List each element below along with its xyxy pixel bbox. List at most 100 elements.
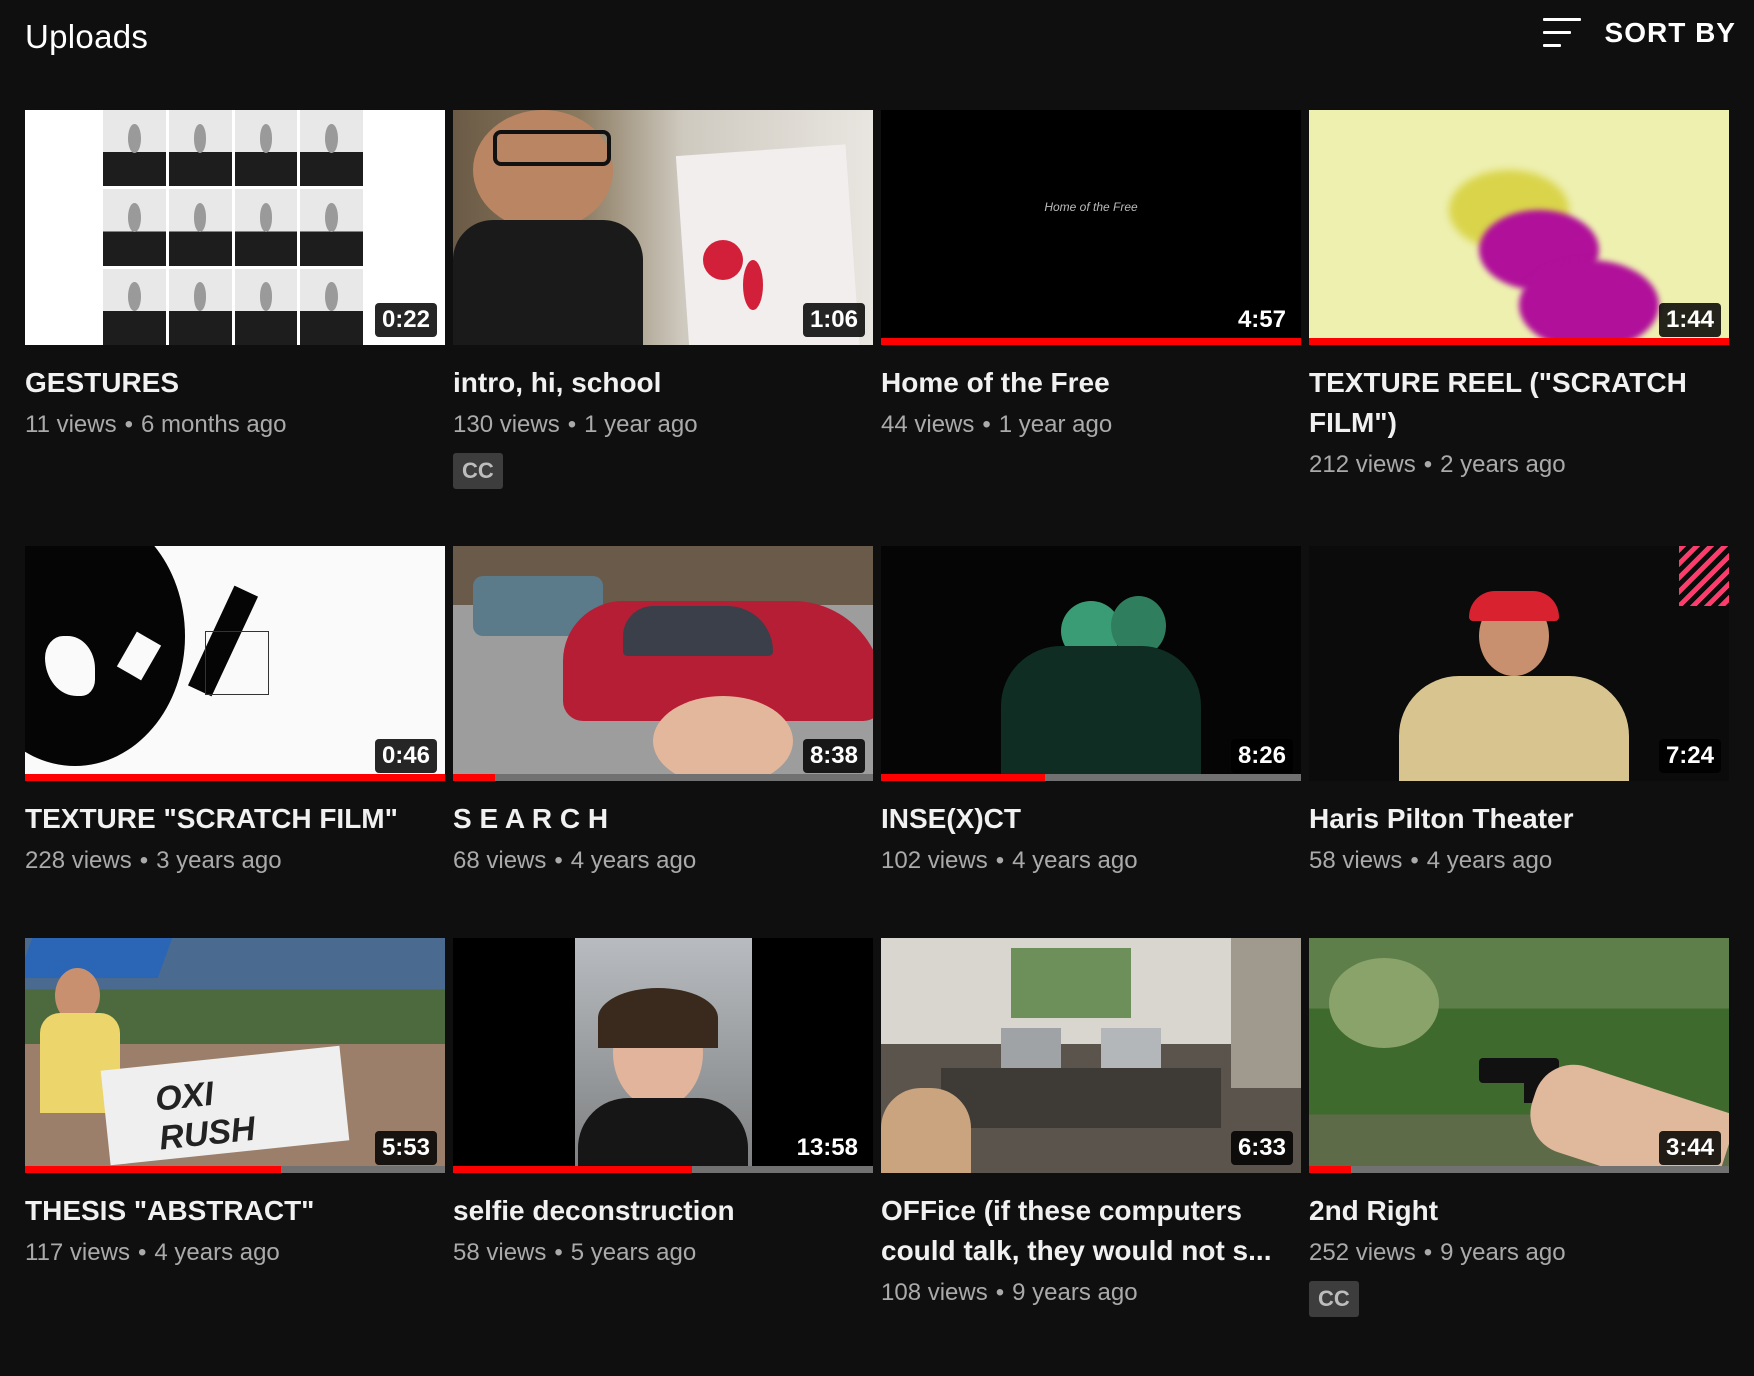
meta-separator: • xyxy=(1410,847,1419,874)
duration-badge: 8:38 xyxy=(802,739,865,773)
video-card[interactable]: OXI RUSH 5:53 THESIS "ABSTRACT" 117 view… xyxy=(25,938,445,1267)
upload-age: 6 months ago xyxy=(141,411,287,438)
upload-age: 2 years ago xyxy=(1440,451,1566,478)
video-title[interactable]: OFFice (if these computers could talk, t… xyxy=(881,1191,1301,1271)
watch-progress-bar xyxy=(453,1166,873,1173)
view-count: 252 views xyxy=(1309,1239,1416,1266)
watch-progress-fill xyxy=(453,1166,693,1173)
duration-badge: 0:22 xyxy=(374,303,437,337)
upload-age: 5 years ago xyxy=(570,1239,697,1266)
upload-age: 1 year ago xyxy=(584,411,698,438)
video-title[interactable]: GESTURES xyxy=(25,363,445,403)
video-card[interactable]: 7:24 Haris Pilton Theater 58 views • 4 yea… xyxy=(1309,546,1729,875)
video-card[interactable]: 1:06 intro, hi, school 130 views • 1 year … xyxy=(453,110,873,489)
video-title[interactable]: Home of the Free xyxy=(881,363,1301,403)
duration-badge: 4:57 xyxy=(1230,303,1293,337)
duration-badge: 1:06 xyxy=(802,303,865,337)
video-title[interactable]: 2nd Right xyxy=(1309,1191,1729,1231)
view-count: 58 views xyxy=(1309,847,1403,874)
video-metadata: 11 views • 6 months ago xyxy=(25,411,445,439)
meta-separator: • xyxy=(982,411,991,438)
upload-age: 9 years ago xyxy=(1012,1279,1138,1306)
duration-badge: 5:53 xyxy=(374,1131,437,1165)
upload-age: 4 years ago xyxy=(1012,847,1138,874)
watch-progress-bar xyxy=(453,774,873,781)
watch-progress-bar xyxy=(881,338,1301,345)
meta-separator: • xyxy=(554,1239,563,1266)
video-title[interactable]: TEXTURE "SCRATCH FILM" xyxy=(25,799,445,839)
video-thumbnail[interactable]: 8:38 xyxy=(453,546,873,781)
video-card[interactable]: 1:44 TEXTURE REEL ("SCRATCH FILM") 212 v… xyxy=(1309,110,1729,479)
video-title[interactable]: intro, hi, school xyxy=(453,363,873,403)
video-metadata: 108 views • 9 years ago xyxy=(881,1279,1301,1307)
meta-separator: • xyxy=(1423,451,1433,478)
video-metadata: 130 views • 1 year ago xyxy=(453,411,873,439)
upload-age: 3 years ago xyxy=(156,847,282,874)
watch-progress-bar xyxy=(1309,338,1729,345)
video-card[interactable]: 13:58 selfie deconstruction 58 views • 5 y… xyxy=(453,938,873,1267)
meta-separator: • xyxy=(554,847,563,874)
watch-progress-bar xyxy=(25,1166,445,1173)
watch-progress-fill xyxy=(881,338,1301,345)
video-title[interactable]: selfie deconstruction xyxy=(453,1191,873,1231)
video-card[interactable]: 3:44 2nd Right 252 views • 9 years ago CC xyxy=(1309,938,1729,1317)
video-thumbnail[interactable]: Home of the Free 4:57 xyxy=(881,110,1301,345)
view-count: 68 views xyxy=(453,847,547,874)
meta-separator: • xyxy=(139,847,149,874)
video-metadata: 228 views • 3 years ago xyxy=(25,847,445,875)
video-card[interactable]: 6:33 OFFice (if these computers could ta… xyxy=(881,938,1301,1307)
closed-captions-badge: CC xyxy=(1309,1281,1359,1317)
video-thumbnail[interactable]: 8:26 xyxy=(881,546,1301,781)
video-thumbnail[interactable]: 1:44 xyxy=(1309,110,1729,345)
video-title[interactable]: S E A R C H xyxy=(453,799,873,839)
video-thumbnail[interactable]: 7:24 xyxy=(1309,546,1729,781)
sort-by-button[interactable]: SORT BY xyxy=(1542,16,1736,50)
video-metadata: 58 views • 4 years ago xyxy=(1309,847,1729,875)
video-title[interactable]: THESIS "ABSTRACT" xyxy=(25,1191,445,1231)
duration-badge: 1:44 xyxy=(1658,303,1721,337)
view-count: 108 views xyxy=(881,1279,988,1306)
thumbnail-caption: Home of the Free xyxy=(1044,200,1138,214)
video-card[interactable]: 0:46 TEXTURE "SCRATCH FILM" 228 views • 3 … xyxy=(25,546,445,875)
video-metadata: 252 views • 9 years ago xyxy=(1309,1239,1729,1267)
view-count: 102 views xyxy=(881,847,988,874)
duration-badge: 6:33 xyxy=(1230,1131,1293,1165)
video-metadata: 44 views • 1 year ago xyxy=(881,411,1301,439)
video-thumbnail[interactable]: 6:33 xyxy=(881,938,1301,1173)
video-metadata: 102 views • 4 years ago xyxy=(881,847,1301,875)
upload-age: 4 years ago xyxy=(1426,847,1553,874)
duration-badge: 3:44 xyxy=(1658,1131,1721,1165)
video-thumbnail[interactable]: 1:06 xyxy=(453,110,873,345)
channel-section-header: Uploads SORT BY xyxy=(0,0,1754,80)
view-count: 44 views xyxy=(881,411,975,438)
video-title[interactable]: Haris Pilton Theater xyxy=(1309,799,1729,839)
watch-progress-fill xyxy=(25,774,445,781)
watch-progress-fill xyxy=(25,1166,282,1173)
view-count: 58 views xyxy=(453,1239,547,1266)
view-count: 11 views xyxy=(25,411,117,438)
video-metadata: 68 views • 4 years ago xyxy=(453,847,873,875)
video-thumbnail[interactable]: 0:22 xyxy=(25,110,445,345)
meta-separator: • xyxy=(137,1239,147,1266)
video-thumbnail[interactable]: OXI RUSH 5:53 xyxy=(25,938,445,1173)
watch-progress-fill xyxy=(1309,338,1729,345)
video-thumbnail[interactable]: 0:46 xyxy=(25,546,445,781)
video-card[interactable]: 0:22 GESTURES 11 views • 6 months ago xyxy=(25,110,445,439)
view-count: 130 views xyxy=(453,411,560,438)
watch-progress-fill xyxy=(1309,1166,1351,1173)
video-metadata: 58 views • 5 years ago xyxy=(453,1239,873,1267)
video-title[interactable]: TEXTURE REEL ("SCRATCH FILM") xyxy=(1309,363,1729,443)
meta-separator: • xyxy=(567,411,577,438)
video-card[interactable]: Home of the Free 4:57 Home of the Free 4… xyxy=(881,110,1301,439)
video-thumbnail[interactable]: 3:44 xyxy=(1309,938,1729,1173)
watch-progress-bar xyxy=(881,774,1301,781)
view-count: 212 views xyxy=(1309,451,1416,478)
view-count: 228 views xyxy=(25,847,132,874)
video-thumbnail[interactable]: 13:58 xyxy=(453,938,873,1173)
video-title[interactable]: INSE(X)CT xyxy=(881,799,1301,839)
meta-separator: • xyxy=(995,1279,1005,1306)
video-card[interactable]: 8:26 INSE(X)CT 102 views • 4 years ago xyxy=(881,546,1301,875)
video-card[interactable]: 8:38 S E A R C H 68 views • 4 years ago xyxy=(453,546,873,875)
watch-progress-bar xyxy=(25,774,445,781)
duration-badge: 13:58 xyxy=(789,1131,865,1165)
